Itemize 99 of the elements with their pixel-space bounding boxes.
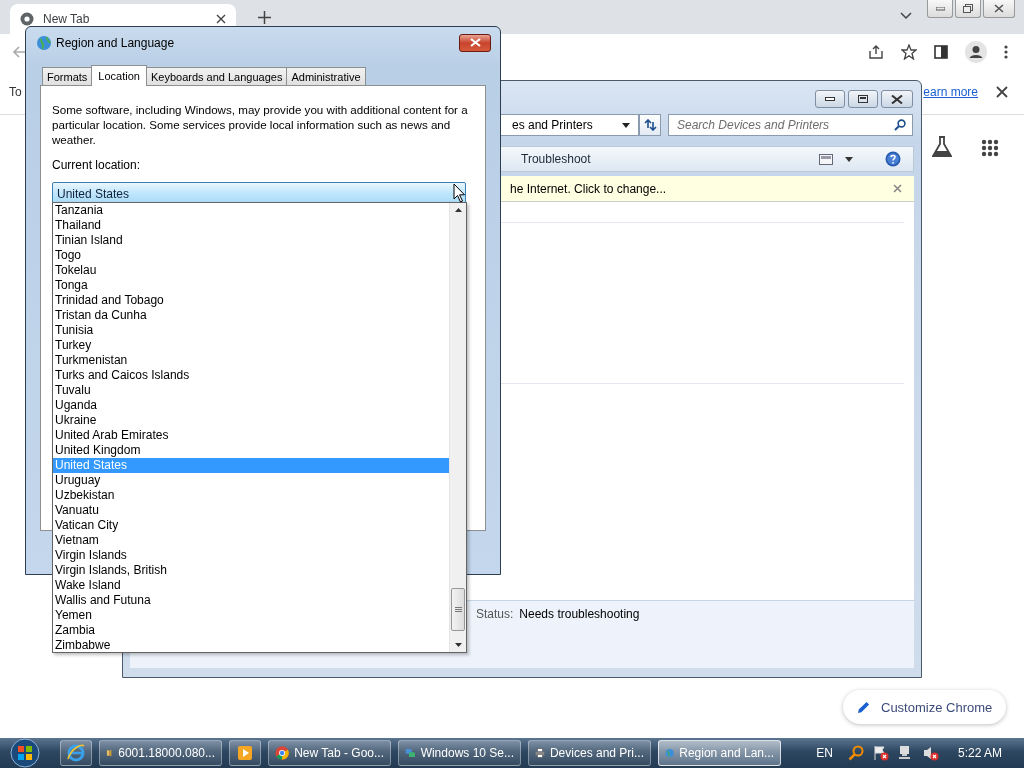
customize-chrome-button[interactable]: Customize Chrome bbox=[843, 690, 1007, 724]
taskbar-button[interactable]: Devices and Pri... bbox=[528, 740, 651, 766]
tab[interactable]: Keyboards and Languages bbox=[145, 67, 288, 85]
taskbar-button[interactable]: Windows 10 Se... bbox=[398, 740, 521, 766]
search-field[interactable]: Search Devices and Printers bbox=[668, 114, 913, 136]
list-option[interactable]: Tunisia bbox=[53, 323, 449, 338]
minimize-icon bbox=[935, 6, 945, 11]
status-value: Needs troubleshooting bbox=[519, 607, 640, 623]
caret-icon[interactable] bbox=[845, 156, 853, 162]
list-option[interactable]: Vietnam bbox=[53, 533, 449, 548]
list-option[interactable]: Turkmenistan bbox=[53, 353, 449, 368]
muted-speaker-icon[interactable] bbox=[922, 745, 939, 761]
globe-icon bbox=[66, 743, 86, 763]
minimize-icon bbox=[825, 97, 835, 101]
taskbar-button[interactable]: 6001.18000.080... bbox=[99, 740, 222, 766]
chevron-down-icon[interactable] bbox=[900, 12, 912, 20]
tab[interactable]: Administrative bbox=[286, 67, 366, 85]
star-icon[interactable] bbox=[901, 44, 917, 60]
list-option[interactable]: Virgin Islands bbox=[53, 548, 449, 563]
list-option[interactable]: Tristan da Cunha bbox=[53, 308, 449, 323]
language-indicator[interactable]: EN bbox=[816, 746, 833, 760]
list-option[interactable]: Trinidad and Tobago bbox=[53, 293, 449, 308]
close-tab-icon[interactable] bbox=[216, 14, 226, 24]
description-text: Some software, including Windows, may provide you with additional content for a particular location. Some services provide local information such as news and weather. bbox=[52, 102, 469, 147]
window-title: Region and Language bbox=[56, 35, 176, 50]
chrome-logo-icon bbox=[275, 745, 290, 761]
back-icon[interactable] bbox=[12, 46, 26, 58]
restore-icon bbox=[963, 4, 973, 13]
list-option[interactable]: Tokelau bbox=[53, 263, 449, 278]
scrollbar[interactable] bbox=[449, 203, 466, 652]
close-icon[interactable] bbox=[996, 86, 1008, 98]
list-option[interactable]: Wallis and Futuna bbox=[53, 593, 449, 608]
printer-icon bbox=[535, 745, 545, 761]
list-option[interactable]: Zambia bbox=[53, 623, 449, 638]
taskbar-button[interactable] bbox=[60, 740, 92, 766]
minimize-button[interactable] bbox=[815, 90, 845, 108]
side-panel-icon[interactable] bbox=[934, 45, 948, 59]
close-button[interactable] bbox=[881, 90, 913, 108]
list-option[interactable]: Tonga bbox=[53, 278, 449, 293]
list-option[interactable]: Ukraine bbox=[53, 413, 449, 428]
clock[interactable]: 5:22 AM bbox=[957, 746, 1002, 760]
close-icon bbox=[891, 94, 903, 104]
magnifier-icon[interactable] bbox=[847, 745, 864, 761]
close-icon bbox=[469, 38, 481, 47]
tab[interactable]: Formats bbox=[42, 67, 93, 85]
list-option[interactable]: Virgin Islands, British bbox=[53, 563, 449, 578]
new-tab-icon[interactable] bbox=[258, 11, 271, 24]
list-option[interactable]: Yemen bbox=[53, 608, 449, 623]
list-option[interactable]: Turkey bbox=[53, 338, 449, 353]
learn-more-link[interactable]: earn more bbox=[923, 85, 978, 99]
info-text: To bbox=[9, 85, 22, 99]
list-option[interactable]: Tinian Island bbox=[53, 233, 449, 248]
list-option[interactable]: Uzbekistan bbox=[53, 488, 449, 503]
tab[interactable]: Location bbox=[91, 65, 147, 86]
restore-button[interactable] bbox=[955, 0, 981, 18]
taskbar-button[interactable] bbox=[229, 740, 261, 766]
list-option[interactable]: Tanzania bbox=[53, 203, 449, 218]
flag-icon[interactable] bbox=[872, 745, 889, 761]
list-option[interactable]: Zimbabwe bbox=[53, 638, 449, 653]
maximize-icon bbox=[858, 95, 868, 103]
menu-icon[interactable] bbox=[1004, 45, 1008, 59]
apps-grid-icon[interactable] bbox=[981, 139, 999, 157]
scroll-down-icon[interactable] bbox=[454, 643, 462, 647]
start-button[interactable] bbox=[8, 738, 42, 768]
view-icon[interactable] bbox=[819, 153, 833, 165]
search-icon bbox=[894, 119, 906, 131]
help-icon[interactable] bbox=[885, 151, 901, 167]
list-option[interactable]: Vatican City bbox=[53, 518, 449, 533]
list-option[interactable]: Thailand bbox=[53, 218, 449, 233]
flask-icon[interactable] bbox=[932, 136, 952, 158]
close-button[interactable] bbox=[459, 33, 491, 52]
globe-icon bbox=[36, 34, 52, 51]
close-button[interactable] bbox=[983, 0, 1015, 18]
dropdown-arrow-icon bbox=[622, 122, 630, 128]
refresh-icon bbox=[643, 119, 657, 131]
profile-icon[interactable] bbox=[965, 41, 987, 63]
list-option[interactable]: Uruguay bbox=[53, 473, 449, 488]
list-option[interactable]: Turks and Caicos Islands bbox=[53, 368, 449, 383]
list-option[interactable]: United Kingdom bbox=[53, 443, 449, 458]
location-label: Current location: bbox=[52, 158, 142, 173]
notification-text: he Internet. Click to change... bbox=[510, 181, 668, 196]
status-label: Status: bbox=[476, 607, 514, 623]
pencil-icon bbox=[857, 700, 871, 714]
scrollbar-thumb[interactable] bbox=[451, 588, 465, 631]
close-icon bbox=[994, 4, 1004, 13]
share-icon[interactable] bbox=[868, 45, 884, 59]
list-option[interactable]: United Arab Emirates bbox=[53, 428, 449, 443]
chrome-logo-icon bbox=[20, 12, 34, 26]
list-option[interactable]: Uganda bbox=[53, 398, 449, 413]
maximize-button[interactable] bbox=[848, 90, 878, 108]
list-option[interactable]: Wake Island bbox=[53, 578, 449, 593]
taskbar-button[interactable]: New Tab - Goo... bbox=[268, 740, 391, 766]
scroll-up-icon[interactable] bbox=[454, 208, 462, 212]
play-icon bbox=[237, 745, 253, 761]
list-option[interactable]: Tuvalu bbox=[53, 383, 449, 398]
refresh-button[interactable] bbox=[639, 114, 661, 136]
troubleshoot-button[interactable]: Troubleshoot bbox=[521, 152, 591, 166]
list-option[interactable]: Vanuatu bbox=[53, 503, 449, 518]
list-option[interactable]: Togo bbox=[53, 248, 449, 263]
